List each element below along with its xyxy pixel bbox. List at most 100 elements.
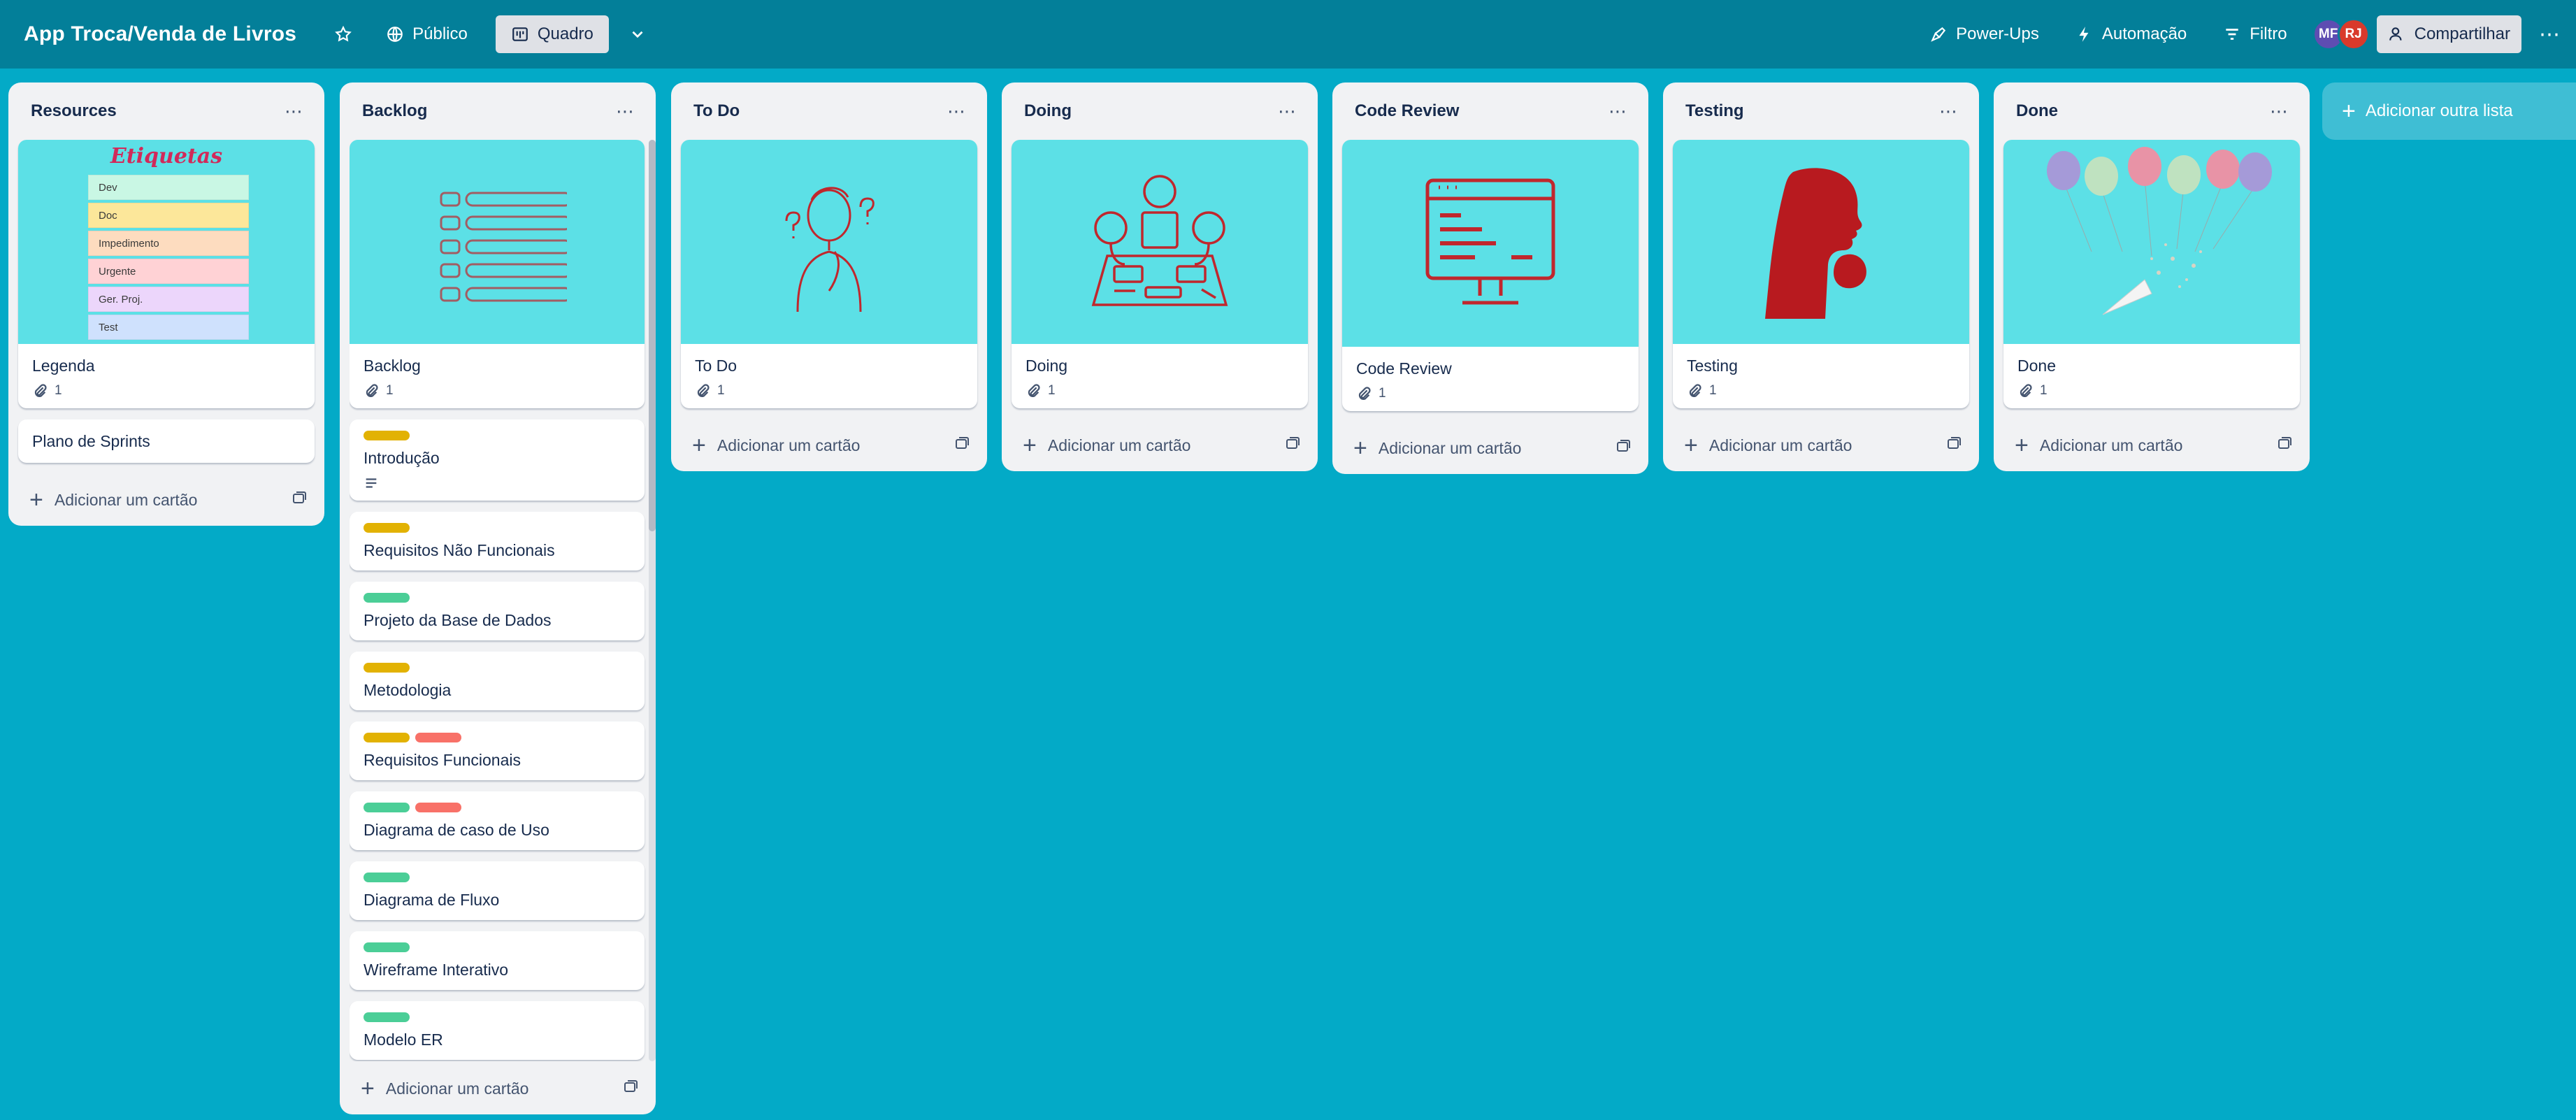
list-actions-icon[interactable]: ⋯	[1609, 101, 1627, 122]
add-card-button[interactable]: + Adicionar um cartão	[1012, 419, 1308, 471]
label-dev[interactable]	[364, 593, 410, 603]
card-diagrama-caso-uso[interactable]: Diagrama de caso de Uso	[350, 791, 645, 850]
list-title[interactable]: Code Review	[1355, 101, 1459, 121]
card-title: Plano de Sprints	[32, 432, 150, 450]
views-dropdown-button[interactable]	[619, 15, 656, 53]
create-from-template-icon[interactable]	[2276, 435, 2293, 456]
board-menu-button[interactable]: ⋯	[2531, 15, 2569, 53]
list-actions-icon[interactable]: ⋯	[947, 101, 966, 122]
plus-icon: +	[692, 432, 706, 459]
view-switcher-button[interactable]: Quadro	[495, 15, 609, 53]
attachment-count: 1	[2040, 383, 2048, 398]
card-title: Doing	[1026, 357, 1068, 375]
list-title[interactable]: To Do	[693, 101, 740, 121]
list-title[interactable]: Done	[2016, 101, 2058, 121]
card-projeto-base-dados[interactable]: Projeto da Base de Dados	[350, 582, 645, 640]
add-card-button[interactable]: + Adicionar um cartão	[2003, 419, 2300, 471]
label-dev[interactable]	[364, 873, 410, 882]
list-actions-icon[interactable]: ⋯	[285, 101, 303, 122]
card-requisitos-nao-funcionais[interactable]: Requisitos Não Funcionais	[350, 512, 645, 570]
card-doing[interactable]: Doing 1	[1012, 140, 1308, 408]
card-done[interactable]: Done 1	[2003, 140, 2300, 408]
card-title: Modelo ER	[364, 1031, 443, 1049]
visibility-button[interactable]: Público	[375, 15, 479, 53]
card-title: Requisitos Funcionais	[364, 751, 521, 769]
card-badges: 1	[32, 383, 301, 399]
add-card-button[interactable]: + Adicionar um cartão	[1673, 419, 1969, 471]
label-urgente[interactable]	[415, 733, 461, 742]
list-actions-icon[interactable]: ⋯	[616, 101, 635, 122]
list-title[interactable]: Testing	[1685, 101, 1744, 121]
label-doc[interactable]	[364, 663, 410, 673]
card-badges: 1	[1687, 383, 1955, 399]
add-card-label: Adicionar um cartão	[54, 490, 198, 509]
card-badges: 1	[1026, 383, 1294, 399]
legend-ger-proj: Ger. Proj.	[88, 287, 249, 312]
list-actions-icon[interactable]: ⋯	[1278, 101, 1297, 122]
code-monitor-illustration	[1425, 178, 1555, 305]
add-card-button[interactable]: + Adicionar um cartão	[350, 1063, 646, 1114]
card-badges: 1	[1356, 386, 1625, 401]
list-actions-icon[interactable]: ⋯	[1939, 101, 1958, 122]
create-from-template-icon[interactable]	[622, 1078, 639, 1099]
powerups-label: Power-Ups	[1956, 24, 2039, 43]
add-card-label: Adicionar um cartão	[717, 436, 861, 454]
cover-title: Etiquetas	[110, 144, 223, 168]
filter-button[interactable]: Filtro	[2212, 15, 2298, 53]
list-title[interactable]: Doing	[1024, 101, 1072, 121]
balloons-confetti-illustration	[2047, 147, 2272, 315]
list-header: Testing ⋯	[1673, 82, 1969, 140]
list-doing: Doing ⋯ Doing 1 + Adicionar um cartão	[1002, 82, 1318, 471]
card-testing[interactable]: Testing 1	[1673, 140, 1969, 408]
create-from-template-icon[interactable]	[1945, 435, 1962, 456]
share-button[interactable]: Compartilhar	[2376, 15, 2521, 53]
star-button[interactable]	[324, 15, 362, 53]
label-doc[interactable]	[364, 431, 410, 440]
add-card-button[interactable]: + Adicionar um cartão	[1342, 422, 1639, 474]
label-doc[interactable]	[364, 733, 410, 742]
label-dev[interactable]	[364, 803, 410, 812]
create-from-template-icon[interactable]	[291, 489, 308, 510]
list-to-do: To Do ⋯ To Do 1 + Adicionar um cartão	[671, 82, 987, 471]
legend-impedimento: Impedimento	[88, 231, 249, 256]
create-from-template-icon[interactable]	[954, 435, 970, 456]
legend-doc: Doc	[88, 203, 249, 228]
card-wireframe-interativo[interactable]: Wireframe Interativo	[350, 931, 645, 990]
card-badges	[364, 475, 631, 491]
card-to-do[interactable]: To Do 1	[681, 140, 977, 408]
automation-button[interactable]: Automação	[2064, 15, 2198, 53]
label-dev[interactable]	[364, 942, 410, 952]
card-code-review[interactable]: Code Review 1	[1342, 140, 1639, 411]
legend-test: Test	[88, 315, 249, 340]
add-card-label: Adicionar um cartão	[2039, 436, 2183, 454]
add-card-button[interactable]: + Adicionar um cartão	[681, 419, 977, 471]
label-urgente[interactable]	[415, 803, 461, 812]
powerups-button[interactable]: Power-Ups	[1918, 15, 2050, 53]
add-list-button[interactable]: + Adicionar outra lista	[2322, 82, 2576, 140]
lightning-icon	[2079, 27, 2089, 42]
add-card-button[interactable]: + Adicionar um cartão	[18, 474, 315, 526]
card-title: Testing	[1687, 357, 1738, 375]
card-diagrama-fluxo[interactable]: Diagrama de Fluxo	[350, 861, 645, 920]
card-requisitos-funcionais[interactable]: Requisitos Funcionais	[350, 721, 645, 780]
list-header: Resources ⋯	[18, 82, 315, 140]
list-actions-icon[interactable]: ⋯	[2270, 101, 2289, 122]
card-introducao[interactable]: Introdução	[350, 419, 645, 501]
card-modelo-er[interactable]: Modelo ER	[350, 1001, 645, 1060]
plus-icon: +	[2342, 98, 2356, 124]
card-cover-backlog-icon	[350, 140, 645, 344]
card-plano-de-sprints[interactable]: Plano de Sprints	[18, 419, 315, 463]
board-title[interactable]: App Troca/Venda de Livros	[24, 22, 296, 46]
create-from-template-icon[interactable]	[1284, 435, 1301, 456]
attachment-count: 1	[717, 383, 725, 398]
add-list-label: Adicionar outra lista	[2365, 101, 2513, 120]
list-title[interactable]: Resources	[31, 101, 117, 121]
label-doc[interactable]	[364, 523, 410, 533]
list-title[interactable]: Backlog	[362, 101, 427, 121]
avatar[interactable]: RJ	[2337, 18, 2370, 50]
label-dev[interactable]	[364, 1012, 410, 1022]
card-backlog[interactable]: Backlog 1	[350, 140, 645, 408]
card-legenda[interactable]: Etiquetas Dev Doc Impedimento Urgente Ge…	[18, 140, 315, 408]
card-metodologia[interactable]: Metodologia	[350, 652, 645, 710]
create-from-template-icon[interactable]	[1615, 438, 1632, 459]
